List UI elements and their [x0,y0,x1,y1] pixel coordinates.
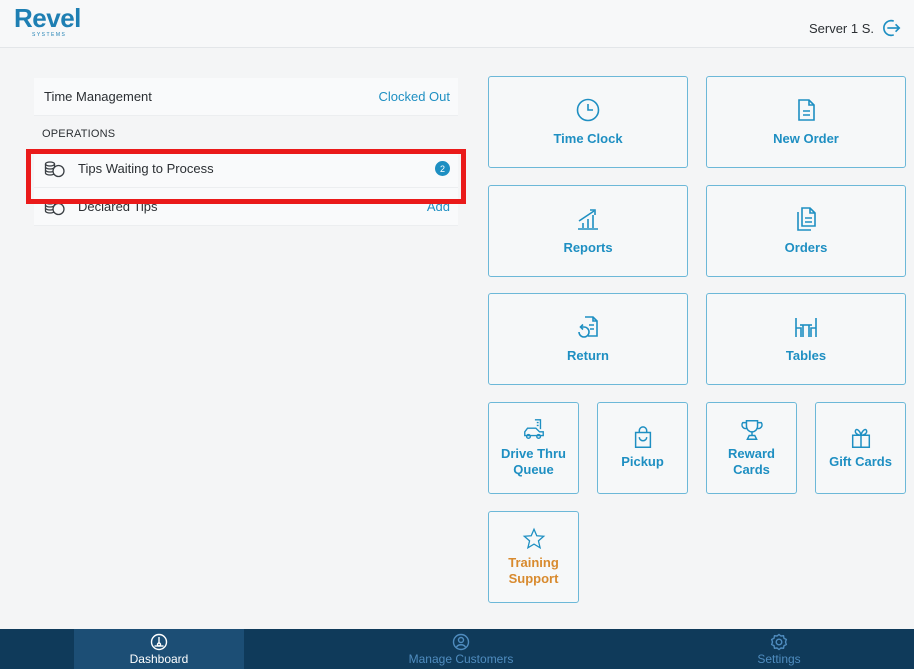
reward-cards-tile[interactable]: Reward Cards [706,402,797,494]
return-label: Return [567,348,609,363]
reports-label: Reports [563,240,613,255]
tables-tile[interactable]: Tables [706,293,906,385]
time-management-row[interactable]: Time Management Clocked Out [34,78,458,116]
gift-cards-label: Gift Cards [829,454,892,469]
reports-tile[interactable]: Reports [488,185,688,277]
documents-icon [797,207,816,231]
nav-dashboard-label: Dashboard [129,651,189,666]
chart-icon [578,209,598,230]
drive-thru-label-line1: Drive Thru [500,446,566,461]
server-user[interactable]: Server 1 S. [809,17,902,39]
star-icon [522,527,545,550]
gift-icon [851,428,870,448]
table-icon [795,318,817,337]
gear-icon [770,633,788,650]
bag-icon [634,426,651,448]
operations-panel: Time Management Clocked Out OPERATIONS T… [34,78,458,226]
gift-cards-tile[interactable]: Gift Cards [815,402,906,494]
declared-tips-label: Declared Tips [78,199,158,214]
nav-dashboard[interactable]: Dashboard [74,629,244,669]
pickup-label: Pickup [621,454,664,469]
declared-tips-row[interactable]: Declared Tips Add [34,188,458,226]
logo-wordmark: Revel [14,3,81,33]
tips-waiting-row[interactable]: Tips Waiting to Process 2 [34,150,458,188]
reward-label-line1: Reward [728,446,775,461]
customer-icon [452,633,470,650]
time-management-label: Time Management [44,89,152,104]
header: Revel SYSTEMS Server 1 S. [0,0,914,48]
orders-tile[interactable]: Orders [706,185,906,277]
trophy-icon [740,420,763,440]
reward-label-line2: Cards [733,462,770,477]
nav-manage-customers[interactable]: Manage Customers [376,629,546,669]
car-icon [523,419,544,439]
bottom-nav: Dashboard Manage Customers Settings [0,629,914,669]
training-label-line2: Support [508,571,559,586]
new-order-tile[interactable]: New Order [706,76,906,168]
return-icon [578,316,598,338]
coins-icon [44,160,66,178]
clock-icon [576,98,600,122]
revel-logo: Revel SYSTEMS [14,4,81,38]
orders-label: Orders [784,240,828,255]
nav-settings[interactable]: Settings [694,629,864,669]
nav-manage-customers-label: Manage Customers [408,651,514,666]
tables-label: Tables [785,348,827,363]
document-icon [798,99,815,121]
new-order-label: New Order [773,131,839,146]
training-label-line1: Training [508,555,559,570]
logout-arrow-icon[interactable] [880,17,902,39]
add-declared-tips-link[interactable]: Add [427,199,450,214]
tips-count-badge: 2 [435,161,450,176]
time-clock-label: Time Clock [553,131,623,146]
tips-waiting-label: Tips Waiting to Process [78,161,214,176]
time-clock-tile[interactable]: Time Clock [488,76,688,168]
drive-thru-queue-tile[interactable]: Drive Thru Queue [488,402,579,494]
server-name: Server 1 S. [808,20,874,36]
coins-icon [44,198,66,216]
dashboard-icon [150,633,168,650]
pickup-tile[interactable]: Pickup [597,402,688,494]
drive-thru-label-line2: Queue [513,462,554,477]
operations-section-title: OPERATIONS [34,116,458,150]
training-support-tile[interactable]: Training Support [488,511,579,603]
clock-status: Clocked Out [378,89,450,104]
return-tile[interactable]: Return [488,293,688,385]
nav-settings-label: Settings [757,651,801,666]
